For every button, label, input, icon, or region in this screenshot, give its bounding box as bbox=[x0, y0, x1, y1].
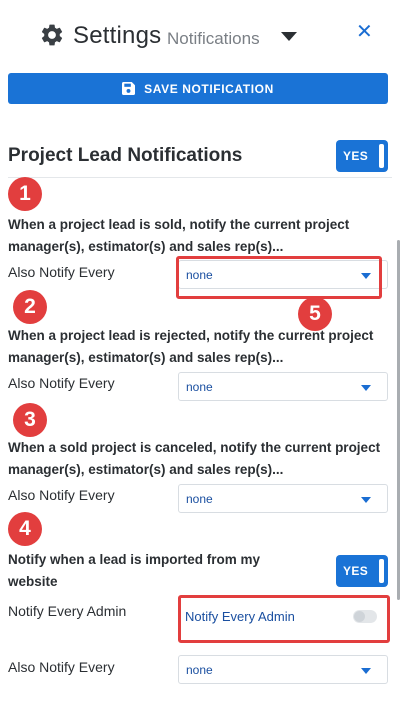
highlight-box bbox=[178, 595, 390, 643]
also-notify-label: Also Notify Every bbox=[8, 487, 115, 503]
select-value: none bbox=[186, 380, 213, 394]
notify-every-admin-label: Notify Every Admin bbox=[8, 603, 127, 619]
toggle-knob bbox=[379, 559, 384, 583]
also-notify-select-canceled[interactable]: none bbox=[178, 484, 388, 513]
settings-header: Settings Notifications ✕ bbox=[0, 0, 400, 70]
section-title: Project Lead Notifications bbox=[8, 145, 243, 166]
also-notify-label: Also Notify Every bbox=[8, 375, 115, 391]
highlight-box bbox=[176, 256, 382, 299]
close-icon[interactable]: ✕ bbox=[356, 22, 373, 42]
lead-imported-toggle[interactable]: YES bbox=[336, 555, 388, 587]
page-subtitle: Notifications bbox=[167, 29, 260, 48]
floppy-disk-icon bbox=[122, 82, 136, 95]
callout-number-3: 3 bbox=[13, 403, 47, 437]
save-notification-button[interactable]: SAVE NOTIFICATION bbox=[8, 73, 388, 104]
notification-description-imported: Notify when a lead is imported from my w… bbox=[8, 552, 261, 589]
callout-number-1: 1 bbox=[8, 177, 42, 211]
page-title: Settings bbox=[73, 22, 162, 49]
project-lead-notifications-toggle[interactable]: YES bbox=[336, 140, 388, 172]
also-notify-select-rejected[interactable]: none bbox=[178, 372, 388, 401]
notification-description-rejected: When a project lead is rejected, notify … bbox=[8, 328, 374, 365]
notification-description-canceled: When a sold project is canceled, notify … bbox=[8, 440, 381, 477]
toggle-label: YES bbox=[343, 564, 369, 578]
callout-number-5: 5 bbox=[298, 297, 332, 331]
also-notify-label: Also Notify Every bbox=[8, 264, 115, 280]
gear-icon bbox=[41, 24, 63, 46]
divider bbox=[8, 177, 392, 178]
toggle-knob bbox=[379, 144, 384, 168]
notification-description-sold: When a project lead is sold, notify the … bbox=[8, 217, 350, 254]
chevron-down-icon bbox=[361, 497, 371, 503]
chevron-down-icon bbox=[361, 385, 371, 391]
also-notify-label: Also Notify Every bbox=[8, 659, 115, 675]
callout-number-2: 2 bbox=[13, 290, 47, 324]
toggle-label: YES bbox=[343, 149, 369, 163]
chevron-down-icon bbox=[361, 668, 371, 674]
save-notification-label: SAVE NOTIFICATION bbox=[144, 81, 274, 96]
also-notify-select-imported[interactable]: none bbox=[178, 655, 388, 684]
select-value: none bbox=[186, 492, 213, 506]
callout-number-4: 4 bbox=[8, 512, 42, 546]
caret-down-icon[interactable] bbox=[281, 32, 297, 41]
select-value: none bbox=[186, 663, 213, 677]
